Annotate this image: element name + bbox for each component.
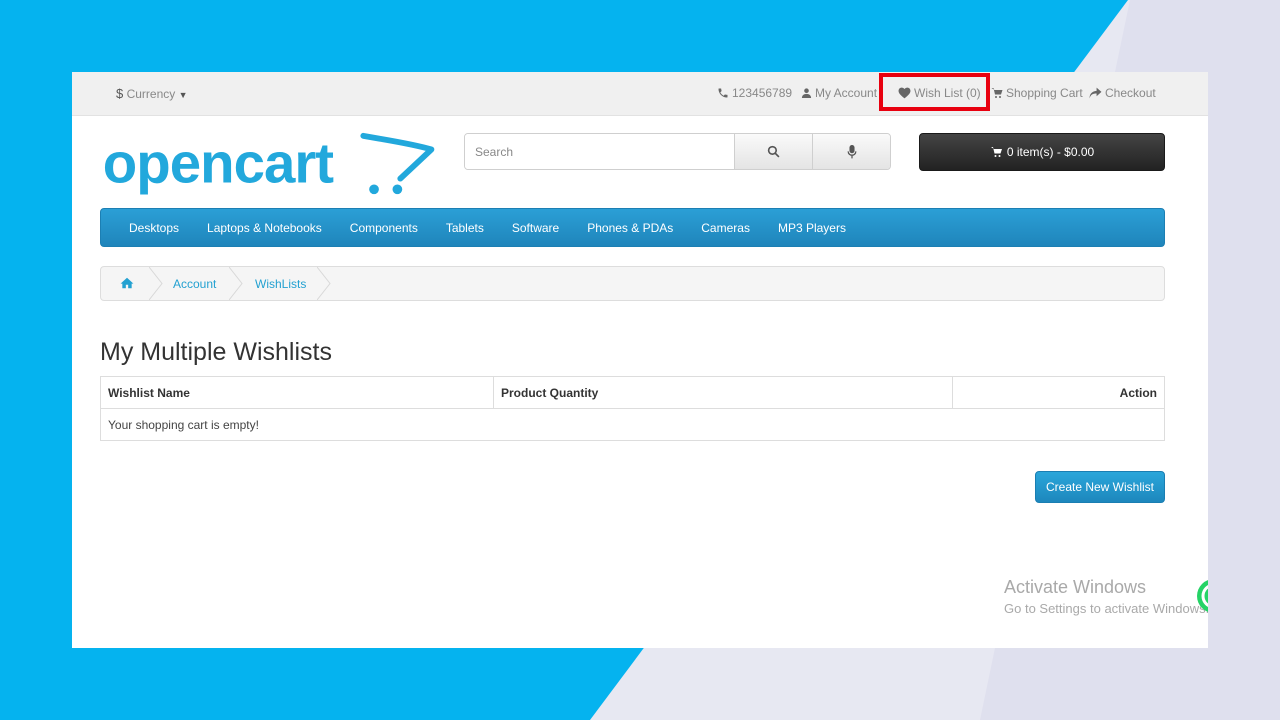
menu-item-software[interactable]: Software	[512, 221, 559, 235]
opencart-logo[interactable]: opencart	[98, 130, 443, 200]
top-bar: $ Currency ▼ 123456789 My Account Wish L…	[72, 72, 1208, 116]
menu-item-cameras[interactable]: Cameras	[701, 221, 750, 235]
logo-wheel-right	[392, 184, 403, 195]
phone-icon	[718, 88, 728, 98]
breadcrumb: Account WishLists	[100, 266, 1165, 301]
table-header-row: Wishlist Name Product Quantity Action	[100, 376, 1165, 409]
voice-search-button[interactable]	[812, 134, 890, 169]
cart-icon	[991, 88, 1003, 98]
watermark-subtitle: Go to Settings to activate Windows.	[1004, 601, 1208, 616]
category-menu: Desktops Laptops & Notebooks Components …	[100, 208, 1165, 247]
share-arrow-icon	[1089, 87, 1102, 99]
phone-link[interactable]: 123456789	[717, 84, 792, 102]
cart-summary-button[interactable]: 0 item(s) - $0.00	[919, 133, 1165, 171]
menu-item-tablets[interactable]: Tablets	[446, 221, 484, 235]
search-button[interactable]	[734, 134, 812, 169]
currency-symbol: $	[116, 86, 124, 101]
breadcrumb-account[interactable]: Account	[173, 277, 216, 291]
page-title: My Multiple Wishlists	[100, 338, 332, 366]
shopping-cart-label: Shopping Cart	[1006, 86, 1083, 100]
column-header-wishlist-name: Wishlist Name	[100, 376, 494, 409]
create-new-wishlist-button[interactable]: Create New Wishlist	[1035, 471, 1165, 503]
logo-wheel-left	[369, 184, 379, 195]
activate-windows-watermark: Activate Windows Go to Settings to activ…	[1004, 577, 1208, 616]
column-header-product-quantity: Product Quantity	[493, 376, 953, 409]
menu-item-phones-pdas[interactable]: Phones & PDAs	[587, 221, 673, 235]
breadcrumb-separator	[149, 267, 163, 300]
currency-label: Currency	[126, 87, 176, 101]
search-input[interactable]	[465, 134, 734, 169]
menu-item-laptops-notebooks[interactable]: Laptops & Notebooks	[207, 221, 322, 235]
my-account-label: My Account	[815, 86, 878, 100]
empty-message: Your shopping cart is empty!	[100, 408, 1165, 441]
home-icon[interactable]	[120, 277, 134, 289]
shopping-cart-link[interactable]: Shopping Cart	[991, 84, 1083, 102]
cart-icon	[990, 147, 1002, 157]
breadcrumb-wishlists[interactable]: WishLists	[255, 277, 306, 291]
caret-down-icon: ▼	[178, 90, 188, 100]
logo-wordmark: opencart	[103, 132, 335, 195]
menu-item-desktops[interactable]: Desktops	[129, 221, 179, 235]
search-icon	[767, 145, 780, 158]
microphone-icon	[847, 144, 856, 158]
user-icon	[801, 88, 812, 99]
menu-item-components[interactable]: Components	[350, 221, 418, 235]
checkout-label: Checkout	[1105, 86, 1156, 100]
phone-number: 123456789	[732, 86, 793, 100]
search-bar	[464, 133, 891, 170]
column-header-action: Action	[952, 376, 1165, 409]
currency-dropdown[interactable]: $ Currency ▼	[116, 86, 188, 101]
logo-cart-handle	[360, 132, 435, 182]
my-account-link[interactable]: My Account	[801, 84, 877, 102]
menu-item-mp3-players[interactable]: MP3 Players	[778, 221, 846, 235]
checkout-link[interactable]: Checkout	[1089, 84, 1156, 102]
wishlist-table: Wishlist Name Product Quantity Action Yo…	[100, 376, 1165, 441]
wish-list-highlight-box	[879, 73, 990, 111]
whatsapp-icon[interactable]	[1188, 576, 1208, 616]
browser-page: $ Currency ▼ 123456789 My Account Wish L…	[72, 72, 1208, 648]
breadcrumb-separator	[317, 267, 331, 300]
watermark-title: Activate Windows	[1004, 577, 1147, 597]
breadcrumb-separator	[229, 267, 243, 300]
table-row: Your shopping cart is empty!	[100, 408, 1165, 441]
cart-summary-text: 0 item(s) - $0.00	[1006, 145, 1095, 159]
